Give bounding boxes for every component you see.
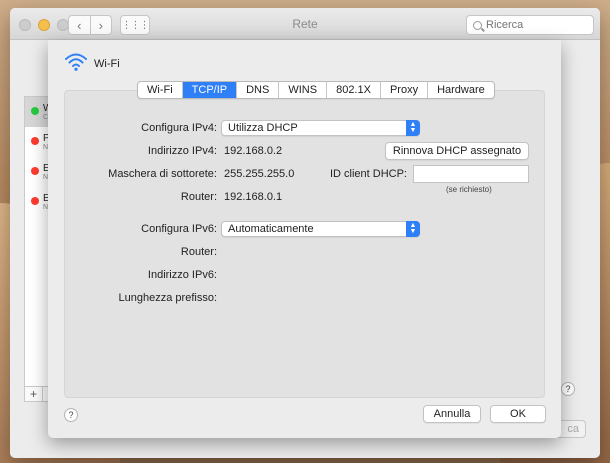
tab-bar: Wi-Fi TCP/IP DNS WINS 802.1X Proxy Hardw… [137, 81, 495, 99]
status-dot [31, 167, 39, 175]
background-help-button[interactable]: ? [561, 382, 575, 396]
select-arrows-icon: ▲ ▼ [406, 120, 420, 136]
tab-tcpip[interactable]: TCP/IP [182, 82, 238, 98]
ok-button[interactable]: OK [490, 405, 546, 423]
renew-dhcp-button[interactable]: Rinnova DHCP assegnato [385, 142, 529, 160]
ipv6-config-select[interactable]: Automaticamente ▲ ▼ [221, 221, 420, 237]
ipv4-config-select[interactable]: Utilizza DHCP ▲ ▼ [221, 120, 420, 136]
dhcp-client-id-input[interactable] [413, 165, 529, 183]
tab-hardware[interactable]: Hardware [428, 82, 494, 98]
status-dot [31, 107, 39, 115]
ipv6-router-label: Router: [180, 246, 217, 258]
titlebar: ‹ › ⋮⋮⋮ Rete [10, 8, 600, 40]
ipv6-config-label: Configura IPv6: [141, 223, 217, 235]
advanced-settings-sheet: Wi-Fi Wi-Fi TCP/IP DNS WINS 802.1X Proxy… [48, 40, 561, 438]
interface-name: Wi-Fi [94, 58, 120, 70]
tab-8021x[interactable]: 802.1X [327, 82, 381, 98]
ipv4-config-label: Configura IPv4: [141, 122, 217, 134]
ipv6-config-value: Automaticamente [228, 223, 314, 235]
ipv4-config-value: Utilizza DHCP [228, 122, 298, 134]
prefix-length-label: Lunghezza prefisso: [118, 292, 217, 304]
tab-dns[interactable]: DNS [237, 82, 280, 98]
tab-proxy[interactable]: Proxy [381, 82, 429, 98]
subnet-mask-label: Maschera di sottorete: [108, 168, 217, 180]
status-dot [31, 137, 39, 145]
tab-wins[interactable]: WINS [279, 82, 328, 98]
ipv4-router-label: Router: [180, 191, 217, 203]
ipv4-address-value: 192.168.0.2 [224, 145, 283, 157]
search-input[interactable] [486, 19, 586, 31]
subnet-mask-value: 255.255.255.0 [224, 168, 295, 180]
status-dot [31, 197, 39, 205]
ipv6-address-label: Indirizzo IPv6: [147, 269, 217, 281]
ipv4-router-value: 192.168.0.1 [224, 191, 283, 203]
dhcp-client-id-hint: (se richiesto) [446, 185, 492, 194]
tcpip-panel: Configura IPv4: Utilizza DHCP ▲ ▼ Indiriz… [64, 90, 545, 398]
select-arrows-icon: ▲ ▼ [406, 221, 420, 237]
wifi-icon [65, 53, 87, 71]
cancel-button[interactable]: Annulla [423, 405, 481, 423]
ipv4-address-label: Indirizzo IPv4: [147, 145, 217, 157]
add-service-button[interactable]: + [25, 387, 43, 401]
tab-wifi[interactable]: Wi-Fi [138, 82, 183, 98]
help-button[interactable]: ? [64, 408, 78, 422]
search-icon [473, 20, 482, 30]
search-box[interactable] [466, 15, 594, 35]
dhcp-client-id-label: ID client DHCP: [329, 168, 407, 180]
